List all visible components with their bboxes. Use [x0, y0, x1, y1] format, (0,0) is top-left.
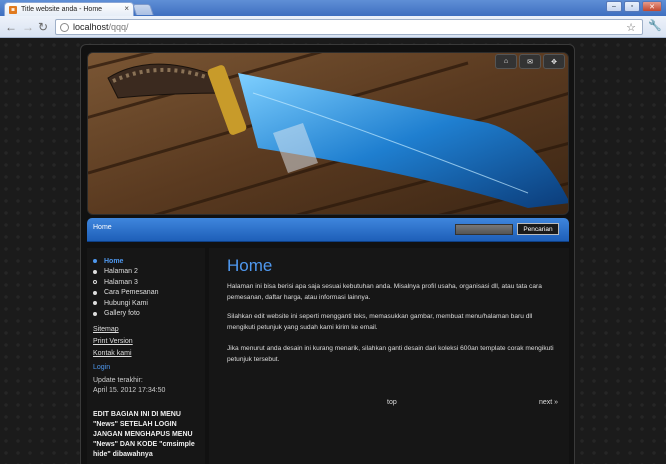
browser-titlebar: ◙ Title website anda - Home × – ▫ ✕: [0, 0, 666, 16]
url-host: localhost: [73, 22, 109, 32]
bookmark-star-icon[interactable]: ☆: [626, 21, 636, 34]
navbar-home-link[interactable]: Home: [93, 224, 112, 231]
header-banner-image: [87, 52, 569, 215]
browser-tab[interactable]: ◙ Title website anda - Home ×: [4, 2, 134, 16]
updated-value: April 15. 2012 17:34:50: [93, 387, 166, 394]
updated-label: Update terakhir:: [93, 377, 143, 384]
tab-close-icon[interactable]: ×: [124, 4, 129, 13]
menu-item-cara-pemesanan[interactable]: Cara Pemesanan: [93, 288, 158, 299]
new-tab-button[interactable]: [132, 4, 154, 15]
url-path: /qqq/: [108, 22, 129, 32]
kontak-kami-link[interactable]: Kontak kami: [93, 350, 133, 362]
login-link[interactable]: Login: [93, 364, 110, 371]
bullet-icon: [93, 290, 97, 295]
paragraph-1: Halaman ini bisa berisi apa saja sesuai …: [227, 283, 542, 301]
address-bar[interactable]: localhost/qqq/ ☆: [55, 19, 643, 35]
print-version-link[interactable]: Print Version: [93, 338, 133, 350]
close-window-button[interactable]: ✕: [642, 1, 662, 12]
menu-item-home[interactable]: Home: [93, 256, 158, 267]
menu-item-label: Hubungi Kami: [104, 299, 148, 307]
main-content: Home Halaman ini bisa berisi apa saja se…: [209, 248, 569, 464]
home-icon[interactable]: ⌂: [495, 54, 517, 69]
sidebar-menu: Home Halaman 2 Halaman 3 Cara Pemesanan …: [93, 256, 158, 319]
menu-item-label: Cara Pemesanan: [104, 289, 159, 297]
back-icon[interactable]: ←: [5, 21, 17, 33]
paragraph-3: Jika menurut anda desain ini kurang mena…: [227, 345, 554, 363]
top-link[interactable]: top: [387, 399, 397, 406]
wrench-menu-icon[interactable]: 🔧: [648, 19, 662, 32]
menu-item-label: Home: [104, 257, 124, 265]
menu-item-label: Halaman 2: [104, 268, 138, 276]
favicon-icon: ◙: [9, 5, 17, 14]
sitemap-link[interactable]: Sitemap: [93, 326, 133, 338]
navbar: Home Pencarian: [87, 218, 569, 242]
paragraph-2: Silahkan edit website ini seperti mengga…: [227, 313, 533, 331]
page-info-icon[interactable]: [60, 22, 69, 32]
bullet-icon: [93, 259, 97, 264]
menu-item-hubungi-kami[interactable]: Hubungi Kami: [93, 298, 158, 309]
menu-item-label: Halaman 3: [104, 278, 138, 286]
bullet-icon: [93, 269, 97, 274]
forward-icon[interactable]: →: [22, 21, 34, 33]
maximize-button[interactable]: ▫: [624, 1, 640, 12]
browser-toolbar: ← → ↻ localhost/qqq/ ☆ 🔧: [0, 16, 666, 38]
menu-item-halaman-2[interactable]: Halaman 2: [93, 267, 158, 278]
mail-icon[interactable]: ✉: [519, 54, 541, 69]
sitemap-icon[interactable]: ✥: [543, 54, 565, 69]
sidebar-note: EDIT BAGIAN INI DI MENU "News" SETELAH L…: [93, 411, 195, 458]
next-link[interactable]: next »: [539, 399, 558, 406]
sidebar: Home Halaman 2 Halaman 3 Cara Pemesanan …: [87, 248, 205, 464]
search-button[interactable]: Pencarian: [517, 223, 559, 235]
page-title: Home: [227, 256, 273, 275]
menu-item-label: Gallery foto: [104, 310, 140, 318]
search-input[interactable]: [455, 224, 513, 235]
menu-item-gallery-foto[interactable]: Gallery foto: [93, 309, 158, 320]
minimize-button[interactable]: –: [606, 1, 622, 12]
tab-title: Title website anda - Home: [21, 6, 103, 13]
bullet-icon: [93, 301, 97, 306]
reload-icon[interactable]: ↻: [38, 21, 48, 33]
bullet-icon: [93, 311, 97, 316]
last-updated: Update terakhir: April 15. 2012 17:34:50: [93, 376, 165, 396]
expand-bullet-icon: [93, 280, 97, 285]
menu-item-halaman-3[interactable]: Halaman 3: [93, 277, 158, 288]
